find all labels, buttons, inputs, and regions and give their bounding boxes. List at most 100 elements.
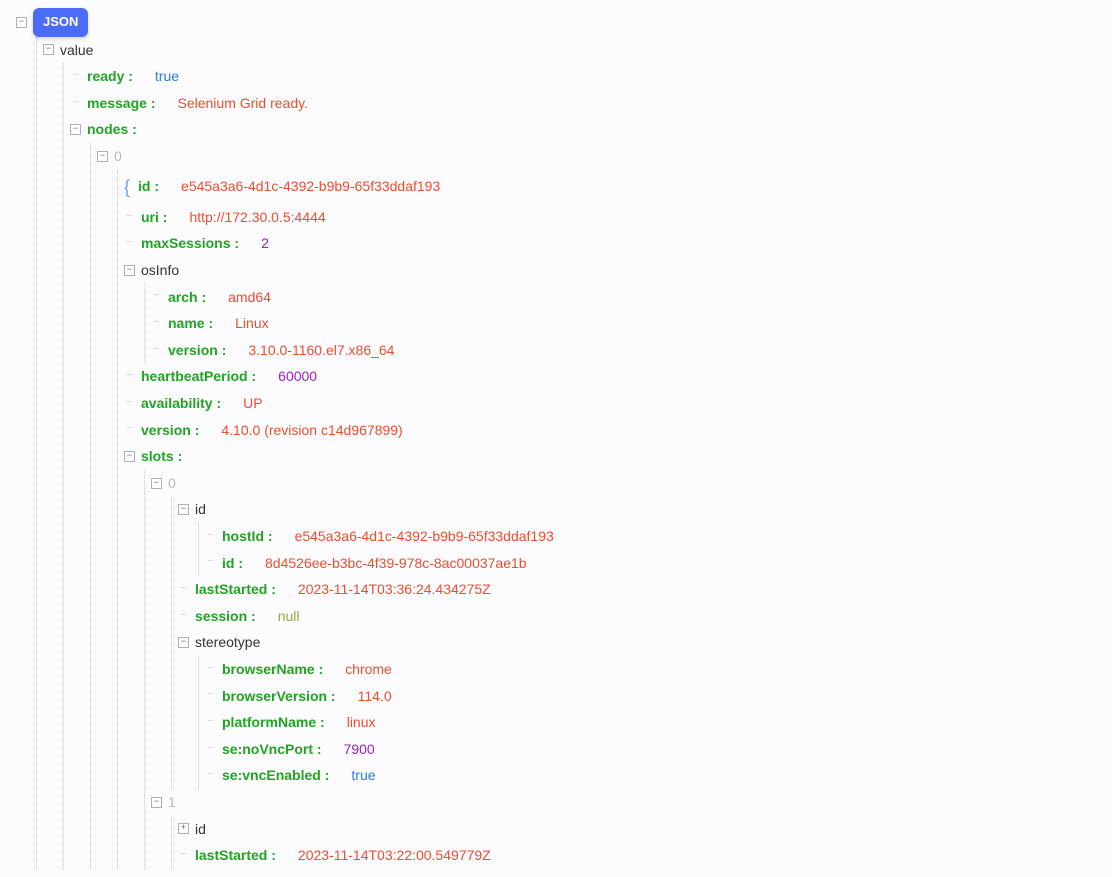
- leaf-icon: ┄: [178, 611, 189, 622]
- node-laststarted-0: ┄ lastStarted 2023-11-14T03:36:24.434275…: [172, 576, 1102, 603]
- key-name: name: [168, 310, 213, 337]
- leaf-icon: ┄: [151, 318, 162, 329]
- key-availability: availability: [141, 390, 221, 417]
- key-heartbeat: heartbeatPeriod: [141, 363, 256, 390]
- value-version: 4.10.0 (revision c14d967899): [221, 417, 402, 444]
- value-ready: true: [155, 63, 179, 90]
- json-tree: − JSON − value ┄ ready true: [10, 8, 1102, 869]
- node-slots: − slots − 0: [118, 443, 1102, 869]
- node-browsername: ┄ browserName chrome: [199, 656, 1102, 683]
- key-laststarted-1: lastStarted: [195, 842, 276, 869]
- leaf-icon: ┄: [205, 717, 216, 728]
- key-innerid: id: [222, 550, 243, 577]
- collapse-icon[interactable]: −: [16, 17, 27, 28]
- collapse-icon[interactable]: −: [124, 265, 135, 276]
- key-uri: uri: [141, 204, 167, 231]
- key-id: id: [138, 173, 159, 200]
- leaf-icon: ┄: [205, 557, 216, 568]
- value-browserversion: 114.0: [358, 683, 392, 710]
- leaf-icon: ┄: [70, 98, 81, 109]
- node-slot0-id: − id ┄: [172, 496, 1102, 576]
- key-value: value: [60, 37, 93, 64]
- expand-icon[interactable]: +: [178, 823, 189, 834]
- value-arch: amd64: [228, 284, 271, 311]
- node-maxsessions: ┄ maxSessions 2: [118, 230, 1102, 257]
- node-session: ┄ session null: [172, 603, 1102, 630]
- collapse-icon[interactable]: −: [178, 637, 189, 648]
- leaf-icon: ┄: [178, 850, 189, 861]
- node-osversion: ┄ version 3.10.0-1160.el7.x86_64: [145, 337, 1102, 364]
- key-browserversion: browserVersion: [222, 683, 336, 710]
- leaf-icon: ┄: [151, 291, 162, 302]
- key-session: session: [195, 603, 256, 630]
- key-slot1-id: id: [195, 816, 206, 843]
- node-platformname: ┄ platformName linux: [199, 709, 1102, 736]
- key-nodes: nodes: [87, 116, 137, 143]
- key-message: message: [87, 90, 156, 117]
- key-osversion: version: [168, 337, 226, 364]
- value-laststarted-1: 2023-11-14T03:22:00.549779Z: [298, 842, 491, 869]
- value-laststarted-0: 2023-11-14T03:36:24.434275Z: [298, 576, 491, 603]
- value-platformname: linux: [347, 709, 376, 736]
- value-innerid: 8d4526ee-b3bc-4f39-978c-8ac00037ae1b: [265, 550, 527, 577]
- node-name: ┄ name Linux: [145, 310, 1102, 337]
- key-vncenabled: se:vncEnabled: [222, 762, 329, 789]
- key-laststarted-0: lastStarted: [195, 576, 276, 603]
- node-slot-0: − 0 −: [145, 470, 1102, 789]
- value-heartbeat: 60000: [278, 363, 317, 390]
- node-heartbeat: ┄ heartbeatPeriod 60000: [118, 363, 1102, 390]
- index-slot-1: 1: [168, 789, 176, 816]
- key-slots: slots: [141, 443, 182, 470]
- node-hostid: ┄ hostId e545a3a6-4d1c-4392-b9b9-65f33dd…: [199, 523, 1102, 550]
- key-slot0-id: id: [195, 496, 206, 523]
- collapse-icon[interactable]: −: [43, 44, 54, 55]
- collapse-icon[interactable]: −: [151, 478, 162, 489]
- index-slot-0: 0: [168, 470, 176, 497]
- leaf-icon: ┄: [124, 371, 135, 382]
- node-stereotype: − stereotype ┄: [172, 629, 1102, 789]
- node-nodes: − nodes − 0: [64, 116, 1102, 868]
- collapse-icon[interactable]: −: [178, 504, 189, 515]
- collapse-icon[interactable]: −: [124, 451, 135, 462]
- leaf-icon: ┄: [178, 584, 189, 595]
- value-vncenabled: true: [351, 762, 375, 789]
- leaf-icon: ┄: [124, 238, 135, 249]
- key-browsername: browserName: [222, 656, 323, 683]
- value-availability: UP: [243, 390, 262, 417]
- leaf-icon: ┄: [205, 531, 216, 542]
- node-id: { id e545a3a6-4d1c-4392-b9b9-65f33ddaf19…: [118, 170, 1102, 204]
- collapse-icon[interactable]: −: [97, 151, 108, 162]
- value-message: Selenium Grid ready.: [178, 90, 308, 117]
- value-name: Linux: [235, 310, 268, 337]
- key-maxsessions: maxSessions: [141, 230, 239, 257]
- node-ready: ┄ ready true: [64, 63, 1102, 90]
- key-platformname: platformName: [222, 709, 325, 736]
- node-version: ┄ version 4.10.0 (revision c14d967899): [118, 417, 1102, 444]
- value-osversion: 3.10.0-1160.el7.x86_64: [248, 337, 394, 364]
- collapse-icon[interactable]: −: [151, 797, 162, 808]
- value-novncport: 7900: [344, 736, 375, 763]
- index-0: 0: [114, 143, 122, 170]
- json-badge: JSON: [33, 8, 88, 37]
- key-ready: ready: [87, 63, 133, 90]
- node-message: ┄ message Selenium Grid ready.: [64, 90, 1102, 117]
- object-start-icon: {: [124, 170, 130, 204]
- value-maxsessions: 2: [261, 230, 269, 257]
- leaf-icon: ┄: [70, 71, 81, 82]
- node-value: − value ┄ ready true: [37, 37, 1102, 869]
- node-innerid: ┄ id 8d4526ee-b3bc-4f39-978c-8ac00037ae1…: [199, 550, 1102, 577]
- node-availability: ┄ availability UP: [118, 390, 1102, 417]
- leaf-icon: ┄: [124, 212, 135, 223]
- node-browserversion: ┄ browserVersion 114.0: [199, 683, 1102, 710]
- key-arch: arch: [168, 284, 206, 311]
- value-hostid: e545a3a6-4d1c-4392-b9b9-65f33ddaf193: [295, 523, 554, 550]
- value-session: null: [278, 603, 300, 630]
- leaf-icon: ┄: [151, 345, 162, 356]
- key-novncport: se:noVncPort: [222, 736, 322, 763]
- node-arch: ┄ arch amd64: [145, 284, 1102, 311]
- leaf-icon: ┄: [205, 744, 216, 755]
- collapse-icon[interactable]: −: [70, 124, 81, 135]
- node-laststarted-1: ┄ lastStarted 2023-11-14T03:22:00.549779…: [172, 842, 1102, 869]
- node-uri: ┄ uri http://172.30.0.5:4444: [118, 204, 1102, 231]
- leaf-icon: ┄: [205, 770, 216, 781]
